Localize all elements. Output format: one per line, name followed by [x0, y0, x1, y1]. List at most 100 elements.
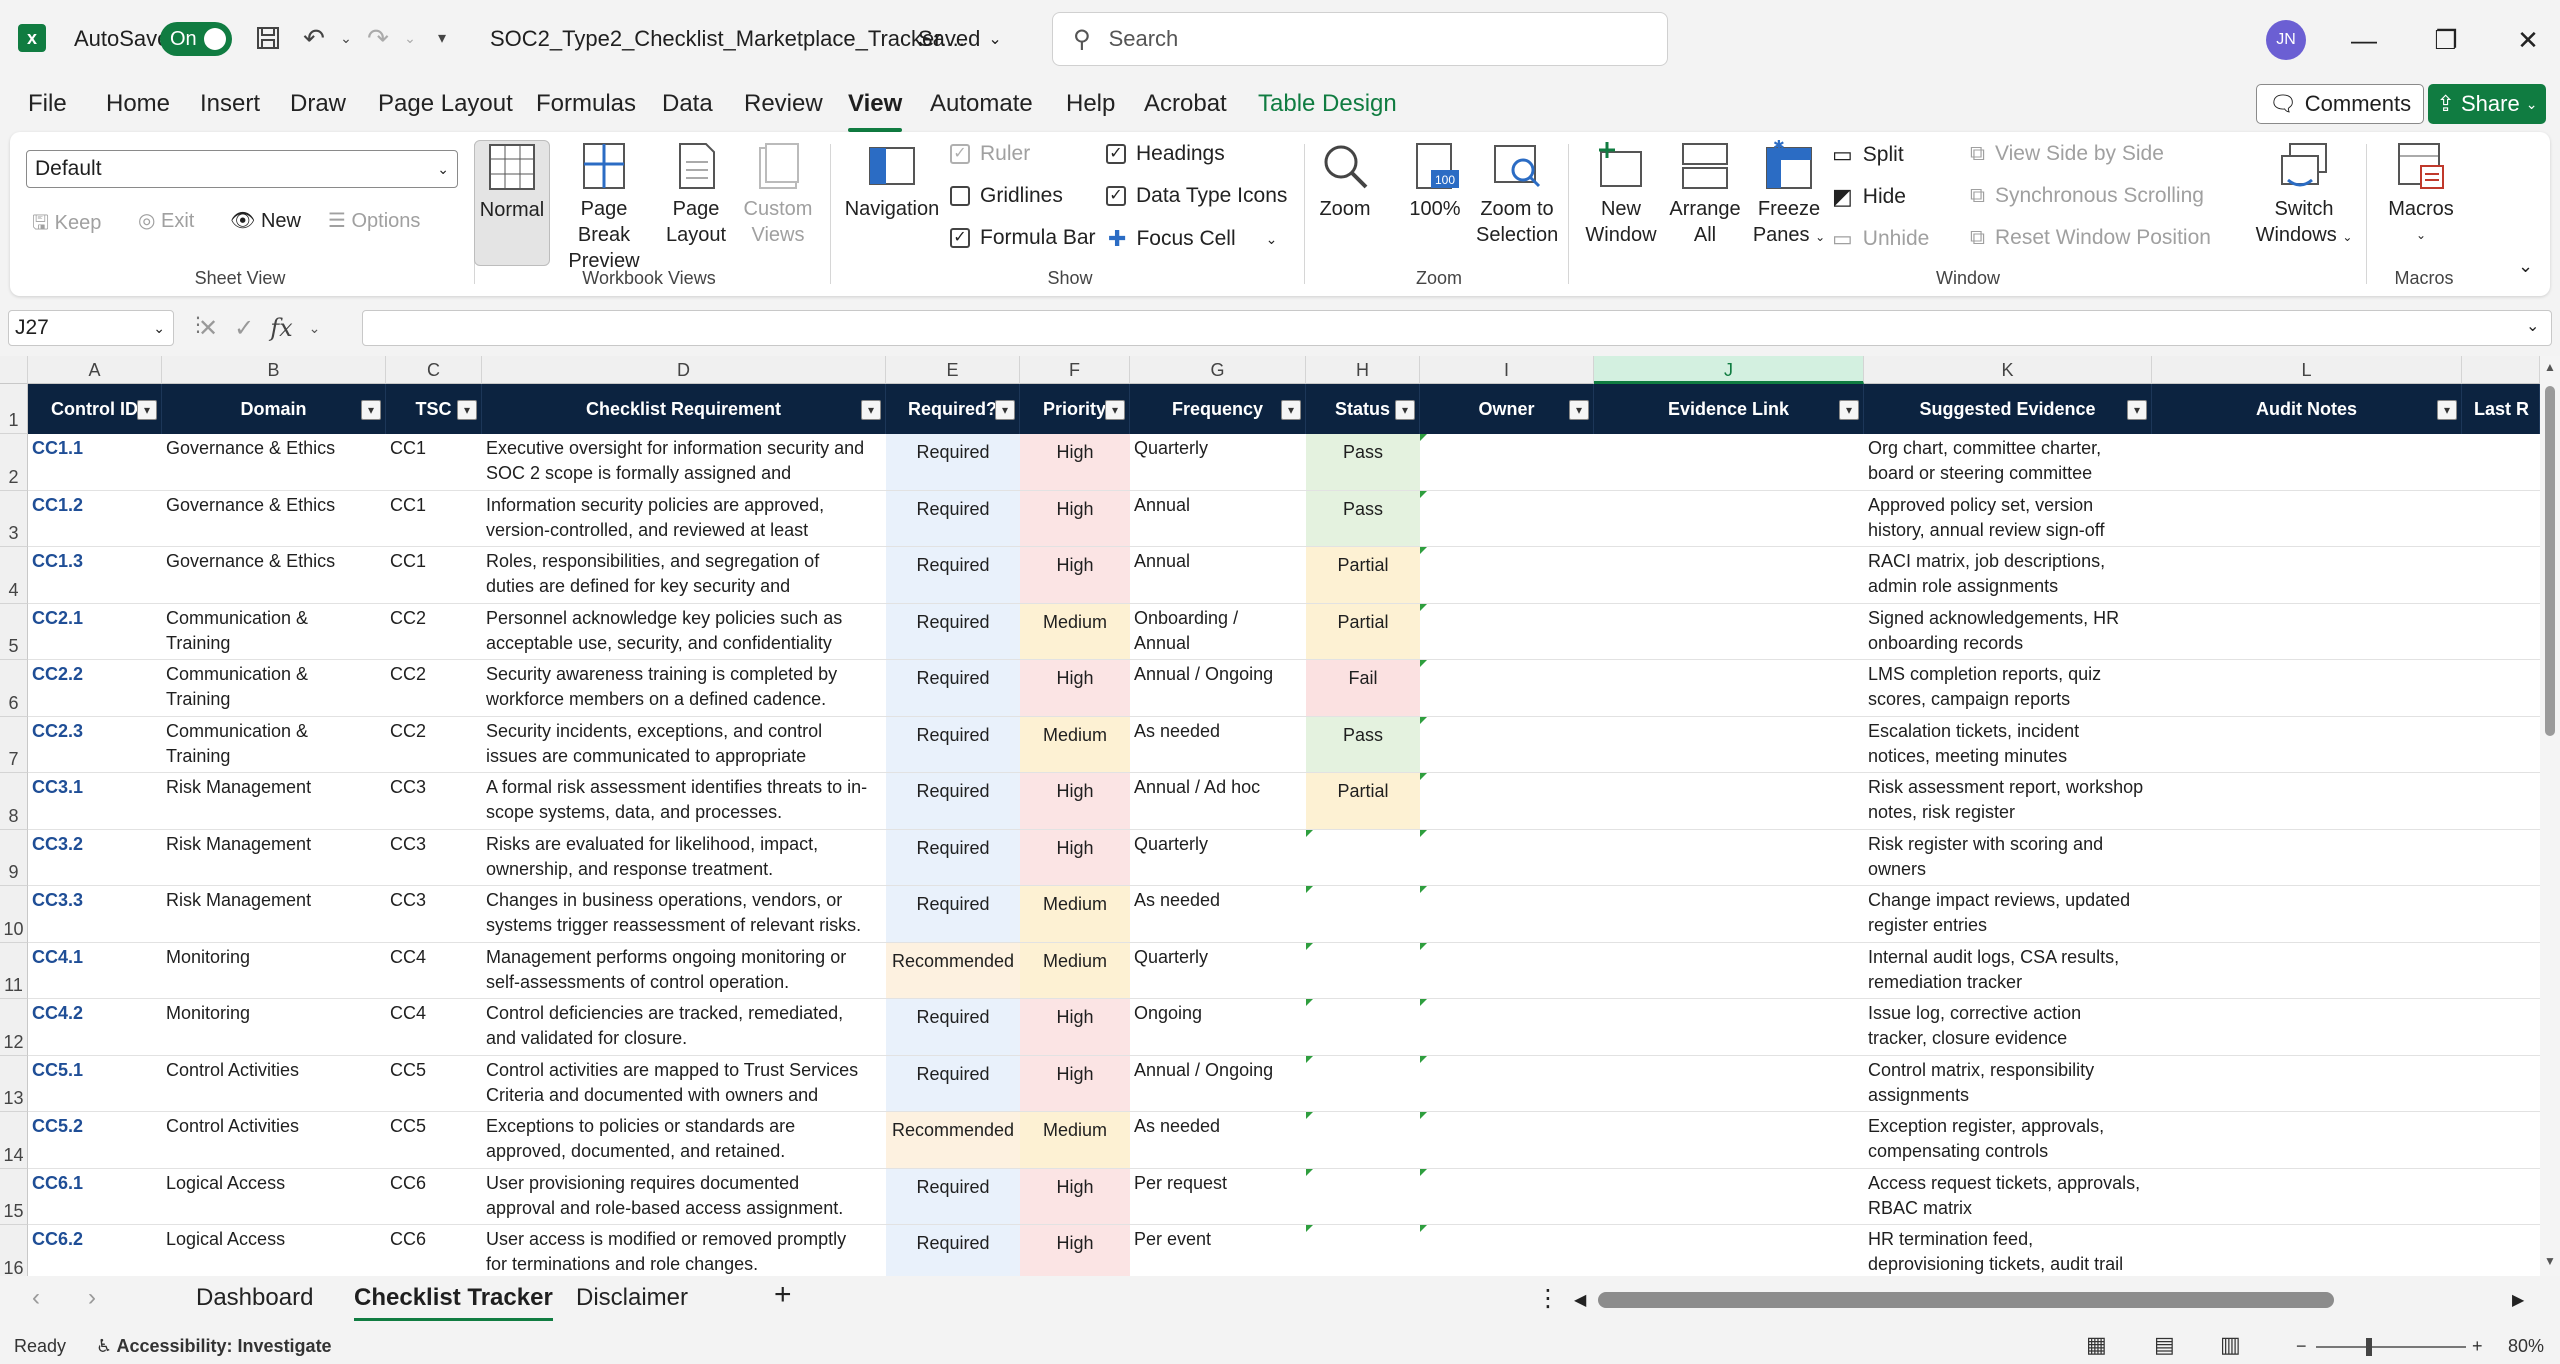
search-input[interactable] — [1108, 26, 1609, 52]
cell-required[interactable]: Required — [886, 434, 1020, 491]
scroll-down-icon[interactable]: ▼ — [2544, 1254, 2556, 1268]
cell-required[interactable]: Required — [886, 547, 1020, 604]
sheet-tab-checklist-tracker[interactable]: Checklist Tracker — [354, 1284, 553, 1321]
cell-requirement[interactable]: Roles, responsibilities, and segregation… — [482, 547, 886, 604]
cell-requirement[interactable]: Security awareness training is completed… — [482, 660, 886, 717]
cell-last-reviewed[interactable] — [2462, 999, 2540, 1056]
column-header-l[interactable]: L — [2152, 356, 2462, 384]
cell-audit-notes[interactable] — [2152, 999, 2462, 1056]
tab-page-layout[interactable]: Page Layout — [378, 90, 513, 118]
cell-priority[interactable]: High — [1020, 1225, 1130, 1276]
cell-status[interactable] — [1306, 1225, 1420, 1276]
filter-dropdown-icon[interactable]: ▾ — [1839, 400, 1859, 420]
comments-button[interactable]: 🗨 Comments — [2256, 84, 2424, 124]
page-layout-view-button[interactable]: Page Layout — [660, 140, 732, 248]
column-header-d[interactable]: D — [482, 356, 886, 384]
cell-owner[interactable] — [1420, 943, 1594, 999]
cell-control-id[interactable]: CC4.1 — [28, 943, 162, 999]
tab-home[interactable]: Home — [106, 90, 170, 118]
arrange-all-button[interactable]: Arrange All — [1664, 140, 1746, 248]
cell-last-reviewed[interactable] — [2462, 604, 2540, 660]
cell-control-id[interactable]: CC1.3 — [28, 547, 162, 604]
cell-owner[interactable] — [1420, 604, 1594, 660]
cell-owner[interactable] — [1420, 773, 1594, 830]
cell-suggested-evidence[interactable]: Access request tickets, approvals, RBAC m… — [1864, 1169, 2152, 1225]
cell-evidence-link[interactable] — [1594, 1112, 1864, 1169]
save-icon[interactable] — [252, 22, 284, 54]
cell-tsc[interactable]: CC4 — [386, 943, 482, 999]
column-header-j[interactable]: J — [1594, 356, 1864, 384]
cell-evidence-link[interactable] — [1594, 773, 1864, 830]
cell-last-reviewed[interactable] — [2462, 830, 2540, 886]
page-break-icon[interactable]: ▥ — [2220, 1332, 2241, 1358]
column-header-a[interactable]: A — [28, 356, 162, 384]
cell-owner[interactable] — [1420, 830, 1594, 886]
cell-tsc[interactable]: CC2 — [386, 717, 482, 773]
avatar[interactable]: JN — [2266, 20, 2306, 60]
cell-requirement[interactable]: Management performs ongoing monitoring o… — [482, 943, 886, 999]
scroll-left-icon[interactable]: ◀ — [1574, 1290, 1586, 1310]
prev-sheet-icon[interactable]: ‹ — [32, 1284, 40, 1312]
cell-frequency[interactable]: Onboarding / Annual — [1130, 604, 1306, 660]
cell-suggested-evidence[interactable]: Internal audit logs, CSA results, remedia… — [1864, 943, 2152, 999]
cell-requirement[interactable]: User access is modified or removed promp… — [482, 1225, 886, 1276]
cell-owner[interactable] — [1420, 1169, 1594, 1225]
cell-suggested-evidence[interactable]: Change impact reviews, updated register e… — [1864, 886, 2152, 943]
normal-view-icon[interactable]: ▦ — [2086, 1332, 2107, 1358]
cell-control-id[interactable]: CC1.2 — [28, 491, 162, 547]
cell-frequency[interactable]: Quarterly — [1130, 830, 1306, 886]
cell-suggested-evidence[interactable]: HR termination feed, deprovisioning ticke… — [1864, 1225, 2152, 1276]
cell-last-reviewed[interactable] — [2462, 547, 2540, 604]
ruler-checkbox[interactable]: ✓ Ruler — [950, 142, 1030, 166]
cell-last-reviewed[interactable] — [2462, 1169, 2540, 1225]
collapse-ribbon-icon[interactable]: ⌄ — [2518, 256, 2533, 277]
tab-automate[interactable]: Automate — [930, 90, 1033, 118]
row-header[interactable]: 9 — [0, 829, 28, 886]
cell-last-reviewed[interactable] — [2462, 1225, 2540, 1276]
name-box[interactable]: J27 ⌄ — [8, 310, 174, 346]
tab-insert[interactable]: Insert — [200, 90, 260, 118]
filter-dropdown-icon[interactable]: ▾ — [361, 400, 381, 420]
cell-priority[interactable]: High — [1020, 999, 1130, 1056]
cell-frequency[interactable]: Annual / Ongoing — [1130, 1056, 1306, 1112]
autosave-toggle[interactable]: On — [160, 22, 232, 56]
cell-last-reviewed[interactable] — [2462, 1056, 2540, 1112]
minimize-icon[interactable]: — — [2342, 18, 2386, 62]
cell-status[interactable]: Pass — [1306, 434, 1420, 491]
cell-required[interactable]: Required — [886, 829, 1020, 886]
column-header-k[interactable]: K — [1864, 356, 2152, 384]
cell-suggested-evidence[interactable]: Risk register with scoring and owners — [1864, 830, 2152, 886]
formula-bar-checkbox[interactable]: ✓ Formula Bar — [950, 226, 1096, 250]
cell-status[interactable]: Partial — [1306, 773, 1420, 830]
cell-last-reviewed[interactable] — [2462, 943, 2540, 999]
cell-tsc[interactable]: CC5 — [386, 1056, 482, 1112]
cell-suggested-evidence[interactable]: Org chart, committee charter, board or st… — [1864, 434, 2152, 491]
cell-frequency[interactable]: Per request — [1130, 1169, 1306, 1225]
cell-domain[interactable]: Communication & Training — [162, 717, 386, 773]
cell-last-reviewed[interactable] — [2462, 434, 2540, 491]
scroll-up-icon[interactable]: ▲ — [2544, 360, 2556, 374]
cell-audit-notes[interactable] — [2152, 434, 2462, 491]
cell-priority[interactable]: Medium — [1020, 603, 1130, 660]
cell-status[interactable]: Partial — [1306, 547, 1420, 604]
table-header-11[interactable]: Audit Notes ▾ — [2152, 384, 2462, 434]
cell-evidence-link[interactable] — [1594, 830, 1864, 886]
cell-tsc[interactable]: CC6 — [386, 1225, 482, 1276]
row-header[interactable]: 14 — [0, 1112, 28, 1169]
reset-window-position-button[interactable]: ⧉ Reset Window Position — [1970, 226, 2211, 250]
cell-priority[interactable]: High — [1020, 1168, 1130, 1225]
cell-evidence-link[interactable] — [1594, 943, 1864, 999]
cell-status[interactable]: Partial — [1306, 603, 1420, 660]
column-header-g[interactable]: G — [1130, 356, 1306, 384]
cell-evidence-link[interactable] — [1594, 1056, 1864, 1112]
share-button[interactable]: ⇪ Share ⌄ — [2428, 84, 2546, 124]
sheet-tab-disclaimer[interactable]: Disclaimer — [576, 1284, 688, 1312]
filter-dropdown-icon[interactable]: ▾ — [1395, 400, 1415, 420]
cell-status[interactable]: Pass — [1306, 490, 1420, 547]
row-header[interactable]: 16 — [0, 1225, 28, 1276]
table-header-10[interactable]: Suggested Evidence ▾ — [1864, 384, 2152, 434]
tab-file[interactable]: File — [28, 90, 67, 118]
zoom-out-icon[interactable]: − — [2296, 1336, 2307, 1357]
cell-control-id[interactable]: CC3.3 — [28, 886, 162, 943]
cell-status[interactable] — [1306, 1169, 1420, 1225]
